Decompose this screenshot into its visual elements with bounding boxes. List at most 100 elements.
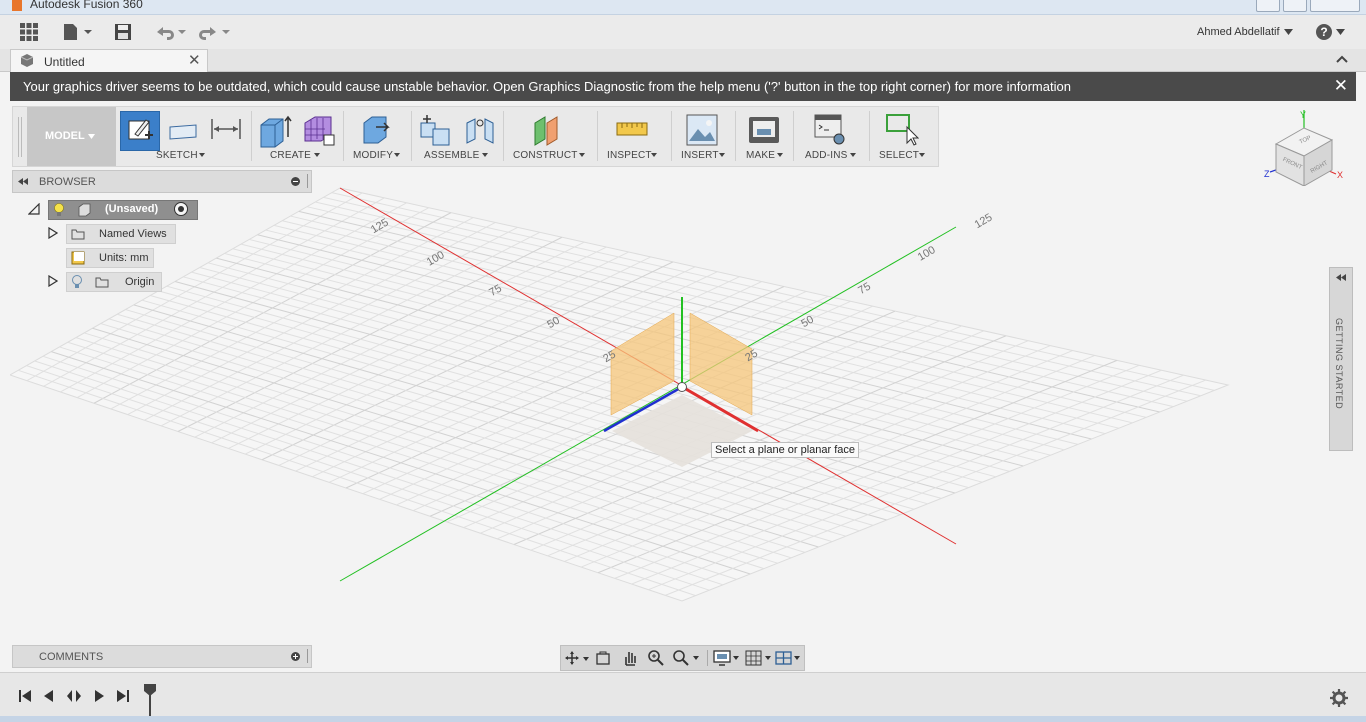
pan-hand-icon[interactable]: [621, 649, 639, 667]
banner-close-icon[interactable]: ✕: [1334, 77, 1348, 94]
insert-image-icon[interactable]: [685, 113, 719, 147]
timeline-marker[interactable]: [143, 683, 157, 717]
undo-icon[interactable]: [153, 23, 187, 41]
tree-collapsed-icon[interactable]: [48, 275, 58, 287]
sketch-group-label[interactable]: SKETCH: [156, 150, 198, 161]
look-at-icon[interactable]: [595, 650, 611, 666]
design-document-icon: [20, 54, 34, 67]
user-dropdown-icon[interactable]: [1284, 29, 1293, 35]
apps-grid-icon[interactable]: [20, 23, 38, 41]
getting-started-label: GETTING STARTED: [1334, 318, 1344, 410]
construct-group-label[interactable]: CONSTRUCT: [513, 150, 578, 161]
browser-panel-header[interactable]: BROWSER: [12, 170, 312, 193]
scripts-addins-icon[interactable]: [813, 113, 847, 147]
rectangle-sketch-icon[interactable]: [166, 119, 200, 143]
offset-plane-icon[interactable]: [531, 113, 567, 149]
activate-component-icon[interactable]: [174, 202, 188, 216]
workspace-switcher[interactable]: MODEL: [27, 107, 116, 166]
expand-left-icon[interactable]: [1336, 274, 1346, 281]
select-dropdown-icon[interactable]: [919, 153, 925, 157]
panel-grip-icon[interactable]: [307, 174, 308, 188]
modify-dropdown-icon[interactable]: [394, 153, 400, 157]
viewcube-z-label: Z: [1264, 169, 1270, 179]
tree-node-named-views[interactable]: Named Views: [66, 224, 176, 244]
tree-expanded-icon[interactable]: [28, 203, 40, 215]
add-comment-icon[interactable]: [291, 652, 300, 661]
fit-zoom-icon[interactable]: [671, 649, 701, 667]
getting-started-panel[interactable]: GETTING STARTED: [1329, 267, 1353, 451]
orbit-icon[interactable]: [564, 650, 590, 666]
go-to-end-icon[interactable]: [116, 689, 130, 703]
folder-icon: [71, 229, 85, 240]
addins-dropdown-icon[interactable]: [850, 153, 856, 157]
step-back-icon[interactable]: [42, 689, 56, 703]
create-sketch-button[interactable]: [120, 111, 160, 151]
select-cursor-icon[interactable]: [885, 113, 919, 147]
tree-node-units[interactable]: Units: mm: [66, 248, 154, 268]
insert-group-label[interactable]: INSERT: [681, 150, 719, 161]
make-group-label[interactable]: MAKE: [746, 150, 775, 161]
comments-panel-header[interactable]: COMMENTS: [12, 645, 312, 668]
tree-root-label: (Unsaved): [105, 203, 159, 215]
browser-minimize-icon[interactable]: [291, 177, 300, 186]
modify-group-label[interactable]: MODIFY: [353, 150, 393, 161]
collapse-left-icon[interactable]: [18, 178, 28, 185]
banner-message: Your graphics driver seems to be outdate…: [23, 79, 1071, 94]
collapse-chevron-icon[interactable]: [1336, 55, 1348, 63]
make-dropdown-icon[interactable]: [777, 153, 783, 157]
document-tab[interactable]: Untitled ✕: [10, 49, 208, 72]
redo-icon[interactable]: [198, 23, 232, 41]
help-dropdown-icon[interactable]: [1336, 29, 1345, 35]
tree-collapsed-icon[interactable]: [48, 227, 58, 239]
zoom-icon[interactable]: [647, 649, 665, 667]
inspect-group-label[interactable]: INSPECT: [607, 150, 652, 161]
go-to-start-icon[interactable]: [18, 689, 32, 703]
ribbon-separator: [251, 111, 252, 161]
sketch-dropdown-icon[interactable]: [199, 153, 205, 157]
origin-point[interactable]: [677, 382, 687, 392]
fusion-logo-icon: [12, 0, 22, 11]
display-settings-icon[interactable]: [713, 649, 741, 667]
close-window-button[interactable]: [1310, 0, 1360, 12]
file-menu-icon[interactable]: [62, 23, 94, 41]
minimize-button[interactable]: [1256, 0, 1280, 12]
tree-node-origin[interactable]: Origin: [66, 272, 162, 292]
create-sketch-icon: [128, 119, 153, 140]
grid-snaps-icon[interactable]: [745, 649, 773, 667]
dimension-icon[interactable]: [210, 117, 242, 141]
play-pause-icon[interactable]: [66, 689, 82, 703]
visibility-bulb-icon[interactable]: [53, 203, 65, 217]
maximize-button[interactable]: [1283, 0, 1307, 12]
construct-dropdown-icon[interactable]: [579, 153, 585, 157]
form-cage-icon[interactable]: [301, 113, 337, 149]
viewcube[interactable]: TOP FRONT RIGHT Y X Z: [1262, 108, 1346, 186]
assemble-group-label[interactable]: ASSEMBLE: [424, 150, 480, 161]
new-component-icon[interactable]: [419, 113, 453, 149]
assemble-dropdown-icon[interactable]: [482, 153, 488, 157]
create-dropdown-icon[interactable]: [314, 153, 320, 157]
workspace-label: MODEL: [45, 130, 85, 142]
visibility-bulb-off-icon[interactable]: [71, 275, 83, 289]
viewports-icon[interactable]: [775, 649, 803, 667]
insert-dropdown-icon[interactable]: [719, 153, 725, 157]
save-icon[interactable]: [114, 23, 132, 41]
help-button[interactable]: ?: [1316, 24, 1332, 40]
inspect-dropdown-icon[interactable]: [651, 153, 657, 157]
step-forward-icon[interactable]: [92, 689, 106, 703]
addins-group-label[interactable]: ADD-INS: [805, 150, 848, 161]
settings-gear-icon[interactable]: [1330, 689, 1348, 707]
press-pull-icon[interactable]: [358, 113, 394, 149]
component-icon: [78, 203, 91, 217]
measure-icon[interactable]: [615, 119, 651, 143]
close-tab-icon[interactable]: ✕: [188, 51, 201, 69]
create-group-label[interactable]: CREATE: [270, 150, 311, 161]
ribbon-grip-icon[interactable]: [18, 117, 22, 157]
ribbon-separator: [343, 111, 344, 161]
extrude-icon[interactable]: [257, 113, 293, 149]
select-group-label[interactable]: SELECT: [879, 150, 919, 161]
panel-grip-icon[interactable]: [307, 649, 308, 663]
user-name[interactable]: Ahmed Abdellatif: [1197, 26, 1280, 38]
document-title: Untitled: [44, 55, 85, 69]
joint-icon[interactable]: [463, 113, 497, 149]
3d-print-icon[interactable]: [747, 113, 781, 147]
